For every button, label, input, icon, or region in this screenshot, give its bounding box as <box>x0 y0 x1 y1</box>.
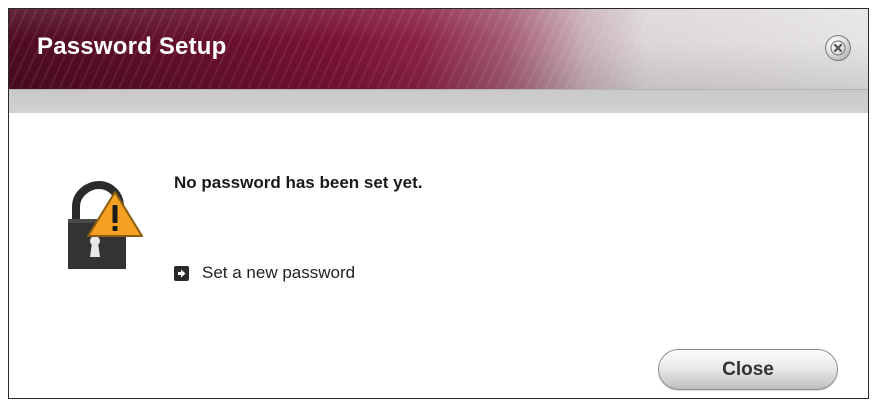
status-message: No password has been set yet. <box>174 173 423 192</box>
lock-warning-icon <box>65 180 145 276</box>
title-bar: Password Setup <box>9 9 868 89</box>
close-button[interactable]: Close <box>658 349 838 390</box>
arrow-right-box-icon <box>174 265 189 281</box>
dialog-title: Password Setup <box>37 33 227 60</box>
header-separator-bar <box>9 89 868 113</box>
set-new-password-link[interactable]: Set a new password <box>174 263 355 283</box>
password-setup-dialog: Password Setup No password has been set … <box>8 8 869 399</box>
set-new-password-label[interactable]: Set a new password <box>202 263 355 283</box>
close-icon[interactable] <box>825 35 851 61</box>
